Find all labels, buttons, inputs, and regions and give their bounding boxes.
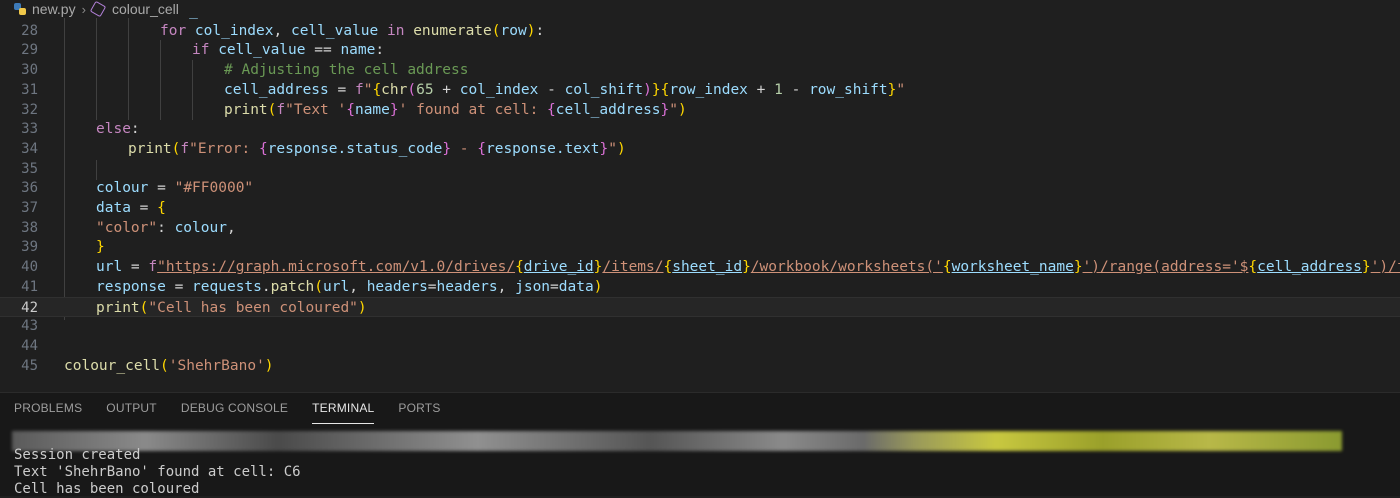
code-text: for col_index, cell_value in enumerate(r… — [160, 22, 545, 39]
redacted-output — [12, 431, 1342, 451]
line-number: 40 — [21, 259, 38, 276]
terminal-line: Text 'ShehrBano' found at cell: C6 — [14, 464, 301, 480]
code-line[interactable]: 39} — [0, 237, 1400, 257]
code-text: cell_address = f"{chr(65 + col_index - c… — [224, 81, 906, 98]
code-text: if cell_value == name: — [192, 42, 385, 59]
code-line[interactable]: 41 response = requests.patch(url, headers… — [0, 277, 1400, 297]
tab-output[interactable]: OUTPUT — [94, 393, 169, 426]
code-line[interactable]: 30 # Adjusting the cell address — [0, 60, 1400, 80]
code-line[interactable]: 42 print("Cell has been coloured") — [0, 296, 1400, 317]
line-number: 45 — [21, 357, 38, 374]
tab-debug-console[interactable]: DEBUG CONSOLE — [169, 393, 300, 426]
code-line[interactable]: 33 else: — [0, 119, 1400, 139]
code-line[interactable]: 37 data = { — [0, 198, 1400, 218]
code-line[interactable]: 40 url = f"https://graph.microsoft.com/v1… — [0, 257, 1400, 277]
tab-terminal[interactable]: TERMINAL — [300, 393, 386, 426]
line-number: 43 — [21, 318, 38, 335]
code-text: # Adjusting the cell address — [224, 62, 469, 79]
panel-tabs: PROBLEMS OUTPUT DEBUG CONSOLE TERMINAL P… — [0, 393, 453, 426]
code-line[interactable]: 32 print(f"Text '{name}' found at cell: {… — [0, 100, 1400, 120]
code-editor[interactable]: 27for row_index, row in enumerate(values… — [0, 8, 1400, 388]
code-line[interactable]: 38 "color": colour, — [0, 218, 1400, 238]
bottom-panel: PROBLEMS OUTPUT DEBUG CONSOLE TERMINAL P… — [0, 392, 1400, 497]
code-line[interactable]: 44 — [0, 336, 1400, 356]
code-text: "color": colour, — [96, 219, 236, 236]
code-text: colour = "#FF0000" — [96, 180, 254, 197]
tab-ports[interactable]: PORTS — [386, 393, 452, 426]
code-line[interactable]: 31 cell_address = f"{chr(65 + col_index -… — [0, 80, 1400, 100]
tab-problems[interactable]: PROBLEMS — [0, 393, 94, 426]
line-number: 39 — [21, 239, 38, 256]
line-number: 29 — [21, 42, 38, 59]
code-text: data = { — [96, 200, 166, 216]
code-line[interactable]: 28 for col_index, cell_value in enumerate… — [0, 21, 1400, 41]
line-number: 41 — [21, 278, 38, 295]
code-line[interactable]: 34 print(f"Error: {response.status_code} … — [0, 139, 1400, 159]
code-line[interactable]: 29 if cell_value == name: — [0, 40, 1400, 60]
code-line[interactable]: 36 colour = "#FF0000" — [0, 178, 1400, 198]
breadcrumb-symbol[interactable]: colour_cell — [112, 1, 179, 17]
line-number: 28 — [21, 22, 38, 39]
line-number: 34 — [21, 140, 38, 157]
line-number: 36 — [21, 180, 38, 197]
code-line[interactable]: 45 colour_cell('ShehrBano') — [0, 356, 1400, 376]
code-line[interactable]: 43 — [0, 316, 1400, 336]
breadcrumb-file[interactable]: new.py — [32, 1, 76, 17]
line-number: 44 — [21, 337, 38, 354]
line-number: 35 — [21, 160, 38, 177]
code-text: } — [96, 239, 105, 256]
line-number: 30 — [21, 62, 38, 79]
code-text: response = requests.patch(url, headers=h… — [96, 278, 603, 295]
code-text: url = f"https://graph.microsoft.com/v1.0… — [96, 259, 1400, 276]
code-text: print(f"Error: {response.status_code} - … — [128, 140, 626, 157]
chevron-right-icon: › — [81, 1, 86, 17]
line-number: 37 — [21, 200, 38, 216]
line-number: 33 — [21, 121, 38, 138]
terminal-line: Session created — [14, 447, 141, 463]
python-file-icon — [14, 3, 26, 15]
method-symbol-icon — [89, 0, 107, 18]
line-number: 31 — [21, 81, 38, 98]
line-number: 38 — [21, 219, 38, 236]
breadcrumb: new.py › colour_cell — [0, 0, 1400, 18]
code-text: print(f"Text '{name}' found at cell: {ce… — [224, 101, 687, 118]
code-line[interactable]: 35 — [0, 159, 1400, 179]
code-text: print("Cell has been coloured") — [96, 299, 367, 316]
terminal-line: Cell has been coloured — [14, 481, 200, 497]
line-number: 32 — [21, 101, 38, 118]
code-text: else: — [96, 121, 140, 138]
code-text: colour_cell('ShehrBano') — [64, 357, 274, 374]
line-number: 42 — [21, 299, 38, 316]
